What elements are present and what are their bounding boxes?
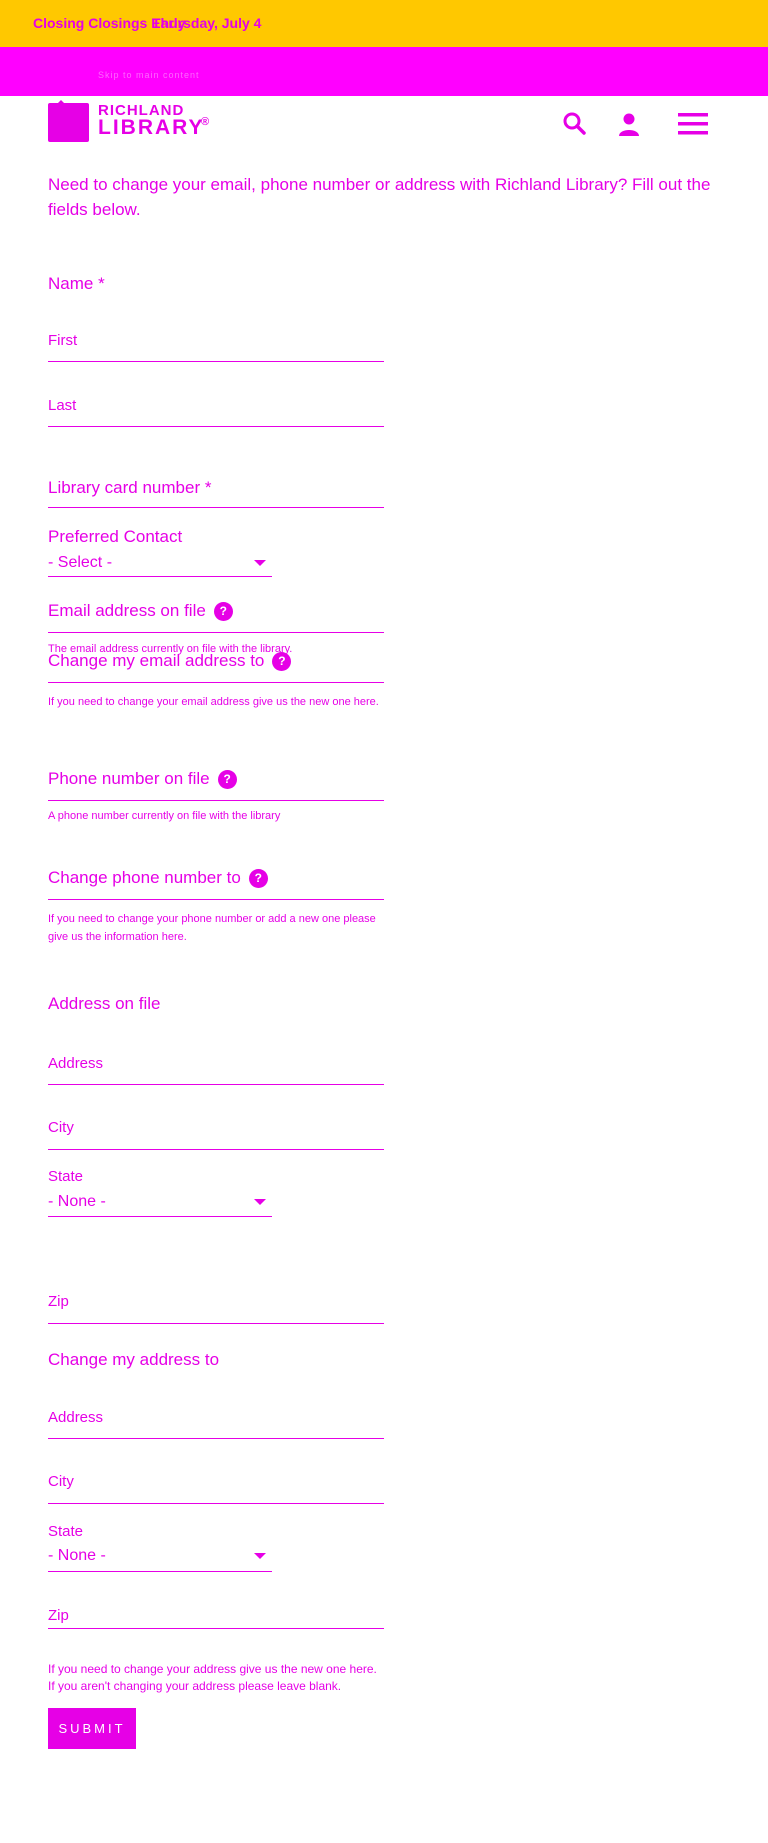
new-city-label: City (48, 1473, 74, 1490)
phone-on-file-label: Phone number on file? (48, 769, 237, 789)
address-label: Address (48, 1055, 104, 1072)
new-state-select-value: - None - (48, 1547, 106, 1564)
address-input[interactable] (48, 1084, 384, 1085)
intro-text: Need to change your email, phone number … (48, 175, 711, 219)
new-address-input[interactable] (48, 1438, 384, 1439)
email-on-file-input[interactable] (48, 632, 384, 633)
name-label: Name * (48, 274, 105, 293)
help-icon[interactable]: ? (213, 602, 233, 621)
new-state-label: State (48, 1523, 84, 1540)
zip-input[interactable] (48, 1323, 384, 1324)
new-zip-label: Zip (48, 1607, 69, 1624)
change-email-label: Change my email address to? (48, 651, 292, 671)
change-phone-input[interactable] (48, 899, 384, 900)
address-on-file-label: Address on file (48, 994, 161, 1013)
last-name-input[interactable] (48, 426, 384, 427)
change-address-help-line2: If you aren't changing your address plea… (48, 1679, 342, 1693)
change-email-help: If you need to change your email address… (48, 696, 379, 708)
help-icon[interactable]: ? (272, 652, 292, 671)
first-name-input[interactable] (48, 361, 384, 362)
preferred-contact-underline (48, 576, 272, 577)
library-card-input[interactable] (48, 507, 384, 508)
phone-on-file-input[interactable] (48, 800, 384, 801)
search-icon[interactable] (560, 110, 588, 138)
alert-text-date: Thursday, July 4 (152, 15, 262, 31)
preferred-contact-value: - Select - (48, 554, 113, 571)
state-select-value: - None - (48, 1193, 106, 1210)
state-label: State (48, 1168, 84, 1185)
city-label: City (48, 1119, 74, 1136)
alert-bar: Closing Closings Early Thursday, July 4 (0, 0, 768, 47)
chevron-down-icon (254, 1553, 266, 1559)
change-address-label: Change my address to (48, 1350, 220, 1369)
help-icon[interactable]: ? (248, 869, 268, 888)
chevron-down-icon (254, 1199, 266, 1205)
library-logo-icon (48, 100, 89, 142)
first-name-label: First (48, 332, 78, 349)
change-phone-label: Change phone number to? (48, 868, 268, 888)
new-state-select-underline (48, 1571, 272, 1572)
new-city-input[interactable] (48, 1503, 384, 1504)
state-select-underline (48, 1216, 272, 1217)
skip-link[interactable]: Skip to main content (98, 70, 200, 80)
zip-label: Zip (48, 1293, 69, 1310)
hamburger-menu-icon[interactable] (677, 110, 709, 138)
last-name-label: Last (48, 397, 77, 414)
library-card-label: Library card number * (48, 478, 212, 497)
preferred-contact-label: Preferred Contact (48, 527, 183, 546)
chevron-down-icon (254, 560, 266, 566)
account-icon[interactable] (615, 110, 643, 138)
phone-on-file-help: A phone number currently on file with th… (48, 810, 281, 822)
city-input[interactable] (48, 1149, 384, 1150)
new-zip-input[interactable] (48, 1628, 384, 1629)
logo-text-line2: LIBRARY (98, 116, 205, 139)
help-icon[interactable]: ? (217, 770, 237, 789)
logo-registered-mark: ® (201, 116, 210, 128)
change-address-help-line1: If you need to change your address give … (48, 1662, 377, 1676)
change-phone-help: If you need to change your phone number … (48, 913, 376, 943)
change-email-input[interactable] (48, 682, 384, 683)
new-address-label: Address (48, 1409, 104, 1426)
submit-button[interactable]: SUBMIT (48, 1708, 136, 1749)
email-on-file-label: Email address on file? (48, 601, 233, 621)
